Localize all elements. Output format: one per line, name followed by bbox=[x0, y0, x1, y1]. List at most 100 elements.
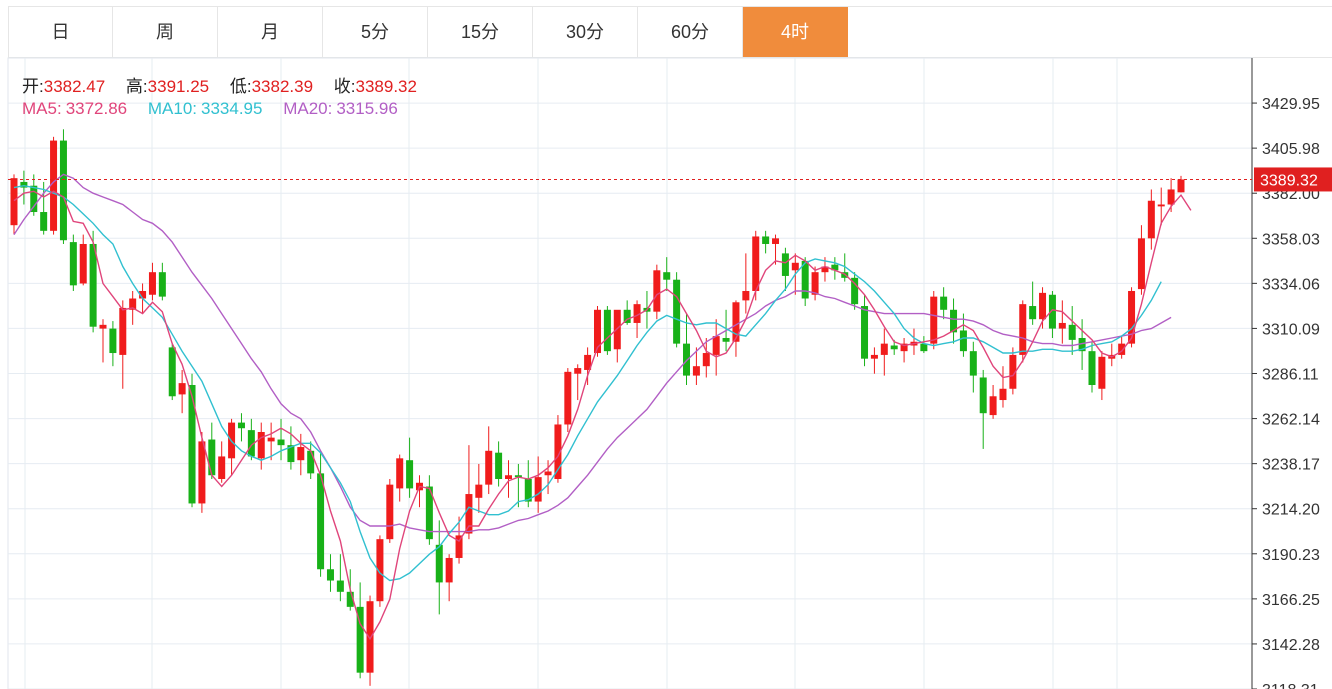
candle-body-102 bbox=[1019, 304, 1027, 355]
y-tick-label-1: 3142.28 bbox=[1262, 637, 1320, 654]
low-value: 3382.39 bbox=[251, 77, 314, 96]
candle-30 bbox=[307, 441, 315, 480]
candle-body-60 bbox=[603, 309, 611, 352]
candle-body-11 bbox=[119, 307, 127, 355]
candle-body-66 bbox=[663, 272, 671, 280]
candle-body-118 bbox=[1177, 179, 1185, 193]
candle-body-38 bbox=[386, 484, 394, 540]
candle-39 bbox=[396, 454, 404, 502]
y-tick-label-0: 3118.31 bbox=[1262, 682, 1319, 689]
candle-body-6 bbox=[69, 242, 77, 286]
candle-body-23 bbox=[237, 422, 245, 429]
y-tick-label-4: 3214.20 bbox=[1262, 502, 1320, 519]
candle-body-30 bbox=[307, 450, 315, 474]
candle-33 bbox=[336, 554, 344, 602]
candle-body-16 bbox=[168, 347, 176, 397]
y-tick-label-2: 3166.25 bbox=[1262, 592, 1320, 609]
candle-body-72 bbox=[722, 337, 730, 342]
candle-body-0 bbox=[10, 178, 18, 226]
candle-86 bbox=[861, 294, 869, 367]
candle-body-54 bbox=[544, 471, 552, 476]
candle-115 bbox=[1147, 189, 1155, 250]
candle-46 bbox=[465, 445, 473, 540]
candle-body-3 bbox=[40, 212, 48, 231]
candle-1 bbox=[20, 170, 28, 205]
candle-body-69 bbox=[692, 366, 700, 376]
last-price-label: 3389.32 bbox=[1260, 172, 1318, 189]
high-value: 3391.25 bbox=[147, 77, 210, 96]
candle-body-40 bbox=[406, 460, 414, 489]
candle-114 bbox=[1137, 225, 1145, 295]
candle-body-47 bbox=[475, 484, 483, 498]
candle-body-100 bbox=[999, 388, 1007, 401]
candle-87 bbox=[870, 347, 878, 374]
candle-27 bbox=[277, 418, 285, 461]
candle-21 bbox=[218, 441, 226, 483]
candle-body-15 bbox=[158, 272, 166, 297]
candle-body-115 bbox=[1147, 200, 1155, 239]
candle-83 bbox=[831, 257, 839, 280]
candle-body-46 bbox=[465, 494, 473, 534]
candle-series bbox=[10, 129, 1185, 686]
candle-body-89 bbox=[890, 345, 898, 350]
candle-body-36 bbox=[366, 601, 374, 673]
y-tick-label-3: 3190.23 bbox=[1262, 547, 1320, 564]
ohlc-readout: 开:3382.47 高:3391.25 低:3382.39 收:3389.32 bbox=[22, 72, 433, 97]
candle-48 bbox=[485, 426, 493, 495]
candle-6 bbox=[69, 234, 77, 291]
candle-body-19 bbox=[198, 441, 206, 504]
candle-body-50 bbox=[504, 475, 512, 480]
candle-0 bbox=[10, 174, 18, 235]
candle-94 bbox=[940, 287, 948, 320]
y-tick-label-5: 3238.17 bbox=[1262, 457, 1320, 474]
candle-24 bbox=[247, 418, 255, 461]
candle-body-48 bbox=[485, 450, 493, 485]
candle-body-96 bbox=[959, 330, 967, 352]
candle-body-21 bbox=[218, 456, 226, 480]
ma-readout: MA5: 3372.86 MA10: 3334.95 MA20: 3315.96 bbox=[22, 99, 398, 119]
candle-body-74 bbox=[742, 290, 750, 301]
candle-85 bbox=[851, 272, 859, 310]
ma10-label: MA10: bbox=[147, 99, 198, 118]
candle-body-114 bbox=[1137, 238, 1145, 290]
candle-22 bbox=[228, 418, 236, 476]
candle-118 bbox=[1177, 175, 1185, 193]
candle-102 bbox=[1019, 300, 1027, 363]
candle-107 bbox=[1068, 306, 1076, 355]
candle-body-70 bbox=[702, 353, 710, 367]
candle-body-10 bbox=[109, 328, 117, 354]
candle-body-93 bbox=[930, 296, 938, 344]
candle-76 bbox=[762, 230, 770, 254]
candle-body-57 bbox=[574, 368, 582, 374]
candle-body-45 bbox=[455, 535, 463, 558]
candle-68 bbox=[683, 313, 691, 385]
candle-66 bbox=[663, 257, 671, 291]
candle-38 bbox=[386, 479, 394, 543]
candle-body-32 bbox=[326, 569, 334, 581]
y-tick-label-12: 3405.98 bbox=[1262, 141, 1320, 158]
candle-body-77 bbox=[772, 238, 780, 244]
candle-20 bbox=[208, 422, 216, 480]
candle-90 bbox=[900, 337, 908, 363]
candle-body-87 bbox=[870, 354, 878, 359]
candle-25 bbox=[257, 422, 265, 470]
candle-100 bbox=[999, 366, 1007, 408]
candle-body-20 bbox=[208, 439, 216, 476]
candle-body-75 bbox=[752, 236, 760, 291]
candle-14 bbox=[148, 262, 156, 301]
candle-16 bbox=[168, 343, 176, 401]
candle-5 bbox=[59, 129, 67, 244]
y-tick-label-8: 3310.09 bbox=[1262, 321, 1320, 338]
candle-73 bbox=[732, 300, 740, 357]
close-value: 3389.32 bbox=[355, 77, 417, 96]
candle-body-110 bbox=[1098, 356, 1106, 389]
candle-71 bbox=[712, 319, 720, 376]
candle-body-94 bbox=[940, 296, 948, 310]
candle-body-53 bbox=[534, 477, 542, 502]
candle-7 bbox=[79, 234, 87, 286]
candle-body-33 bbox=[336, 580, 344, 592]
candle-body-81 bbox=[811, 272, 819, 295]
candle-10 bbox=[109, 321, 117, 367]
candle-110 bbox=[1098, 351, 1106, 401]
candle-body-106 bbox=[1058, 322, 1066, 329]
